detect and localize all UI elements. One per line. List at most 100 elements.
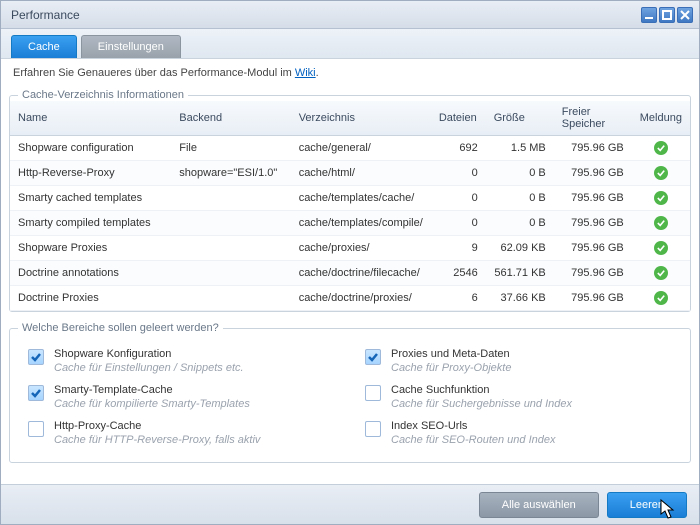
checkbox[interactable]	[365, 385, 381, 401]
clear-areas-title: Welche Bereiche sollen geleert werden?	[18, 322, 223, 334]
cell-dir: cache/general/	[291, 136, 431, 161]
table-row[interactable]: Shopware Proxiescache/proxies/962.09 KB7…	[10, 236, 690, 261]
check-desc: Cache für SEO-Routen und Index	[391, 434, 555, 446]
check-desc: Cache für HTTP-Reverse-Proxy, falls akti…	[54, 434, 260, 446]
col-size[interactable]: Größe	[486, 101, 554, 136]
wiki-link[interactable]: Wiki	[295, 67, 316, 79]
table-row[interactable]: Http-Reverse-Proxyshopware="ESI/1.0"cach…	[10, 161, 690, 186]
cell-files: 9	[431, 236, 486, 261]
table-row[interactable]: Shopware configurationFilecache/general/…	[10, 136, 690, 161]
check-item: Cache Suchfunktion Cache für Suchergebnis…	[365, 384, 672, 410]
cell-msg	[632, 136, 690, 161]
col-name[interactable]: Name	[10, 101, 171, 136]
cell-size: 62.09 KB	[486, 236, 554, 261]
checkbox[interactable]	[28, 421, 44, 437]
cell-free: 795.96 GB	[554, 211, 632, 236]
cell-free: 795.96 GB	[554, 161, 632, 186]
check-item: Http-Proxy-CacheCache für HTTP-Reverse-P…	[28, 420, 335, 446]
cell-backend: File	[171, 136, 290, 161]
cell-name: Smarty cached templates	[10, 186, 171, 211]
maximize-button[interactable]	[659, 7, 675, 23]
cell-msg	[632, 161, 690, 186]
ok-icon	[654, 241, 668, 255]
check-label: Smarty-Template-Cache	[54, 384, 250, 396]
cell-size: 37.66 KB	[486, 286, 554, 311]
cell-dir: cache/html/	[291, 161, 431, 186]
cell-backend	[171, 186, 290, 211]
cell-msg	[632, 211, 690, 236]
cell-files: 0	[431, 161, 486, 186]
cell-free: 795.96 GB	[554, 236, 632, 261]
table-row[interactable]: Smarty compiled templatescache/templates…	[10, 211, 690, 236]
check-desc: Cache für Proxy-Objekte	[391, 362, 511, 374]
table-row[interactable]: Doctrine Proxies cache/doctrine/proxies/6…	[10, 286, 690, 311]
cell-name: Smarty compiled templates	[10, 211, 171, 236]
cell-size: 561.71 KB	[486, 261, 554, 286]
ok-icon	[654, 291, 668, 305]
table-row[interactable]: Smarty cached templates cache/templates/c…	[10, 186, 690, 211]
checkbox[interactable]	[28, 385, 44, 401]
cell-free: 795.96 GB	[554, 286, 632, 311]
col-free[interactable]: Freier Speicher	[554, 101, 632, 136]
tabstrip: Cache Einstellungen	[1, 29, 699, 59]
cell-free: 795.96 GB	[554, 136, 632, 161]
ok-icon	[654, 166, 668, 180]
check-label: Shopware Konfiguration	[54, 348, 244, 360]
cell-dir: cache/templates/cache/	[291, 186, 431, 211]
ok-icon	[654, 141, 668, 155]
ok-icon	[654, 191, 668, 205]
cache-dir-info-title: Cache-Verzeichnis Informationen	[18, 89, 188, 101]
cell-files: 0	[431, 186, 486, 211]
cell-files: 2546	[431, 261, 486, 286]
tab-settings[interactable]: Einstellungen	[81, 35, 181, 58]
tab-cache[interactable]: Cache	[11, 35, 77, 58]
check-desc: Cache für Einstellungen / Snippets etc.	[54, 362, 244, 374]
check-item: Shopware Konfiguration Cache für Einstell…	[28, 348, 335, 374]
select-all-button[interactable]: Alle auswählen	[479, 492, 599, 518]
check-label: Index SEO-Urls	[391, 420, 555, 432]
cell-dir: cache/doctrine/proxies/	[291, 286, 431, 311]
checkbox[interactable]	[365, 349, 381, 365]
cell-backend: shopware="ESI/1.0"	[171, 161, 290, 186]
cell-backend	[171, 261, 290, 286]
cell-name: Doctrine Proxies	[10, 286, 171, 311]
check-label: Proxies und Meta-Daten	[391, 348, 511, 360]
cell-files: 0	[431, 211, 486, 236]
cell-files: 692	[431, 136, 486, 161]
col-msg[interactable]: Meldung	[632, 101, 690, 136]
check-desc: Cache für kompilierte Smarty-Templates	[54, 398, 250, 410]
titlebar: Performance	[1, 1, 699, 29]
minimize-button[interactable]	[641, 7, 657, 23]
info-prefix: Erfahren Sie Genaueres über das Performa…	[13, 67, 295, 79]
cell-name: Doctrine annotations	[10, 261, 171, 286]
checkbox[interactable]	[28, 349, 44, 365]
clear-areas-section: Welche Bereiche sollen geleert werden? S…	[9, 322, 691, 463]
window-title: Performance	[11, 8, 641, 22]
cache-dir-table: Name Backend Verzeichnis Dateien Größe F…	[10, 101, 690, 311]
cell-name: Shopware Proxies	[10, 236, 171, 261]
check-desc: Cache für Suchergebnisse und Index	[391, 398, 572, 410]
cell-msg	[632, 261, 690, 286]
cell-msg	[632, 236, 690, 261]
cell-size: 0 B	[486, 161, 554, 186]
ok-icon	[654, 216, 668, 230]
cell-size: 0 B	[486, 211, 554, 236]
info-suffix: .	[316, 67, 319, 79]
table-row[interactable]: Doctrine annotationscache/doctrine/filec…	[10, 261, 690, 286]
check-label: Cache Suchfunktion	[391, 384, 572, 396]
cell-backend	[171, 236, 290, 261]
close-button[interactable]	[677, 7, 693, 23]
cell-name: Http-Reverse-Proxy	[10, 161, 171, 186]
footer: Alle auswählen Leeren	[1, 484, 699, 524]
cell-files: 6	[431, 286, 486, 311]
col-dir[interactable]: Verzeichnis	[291, 101, 431, 136]
cache-dir-info-section: Cache-Verzeichnis Informationen Name Bac…	[9, 89, 691, 312]
cell-msg	[632, 286, 690, 311]
cell-msg	[632, 186, 690, 211]
cell-free: 795.96 GB	[554, 261, 632, 286]
col-files[interactable]: Dateien	[431, 101, 486, 136]
col-backend[interactable]: Backend	[171, 101, 290, 136]
cell-size: 0 B	[486, 186, 554, 211]
clear-button[interactable]: Leeren	[607, 492, 687, 518]
checkbox[interactable]	[365, 421, 381, 437]
